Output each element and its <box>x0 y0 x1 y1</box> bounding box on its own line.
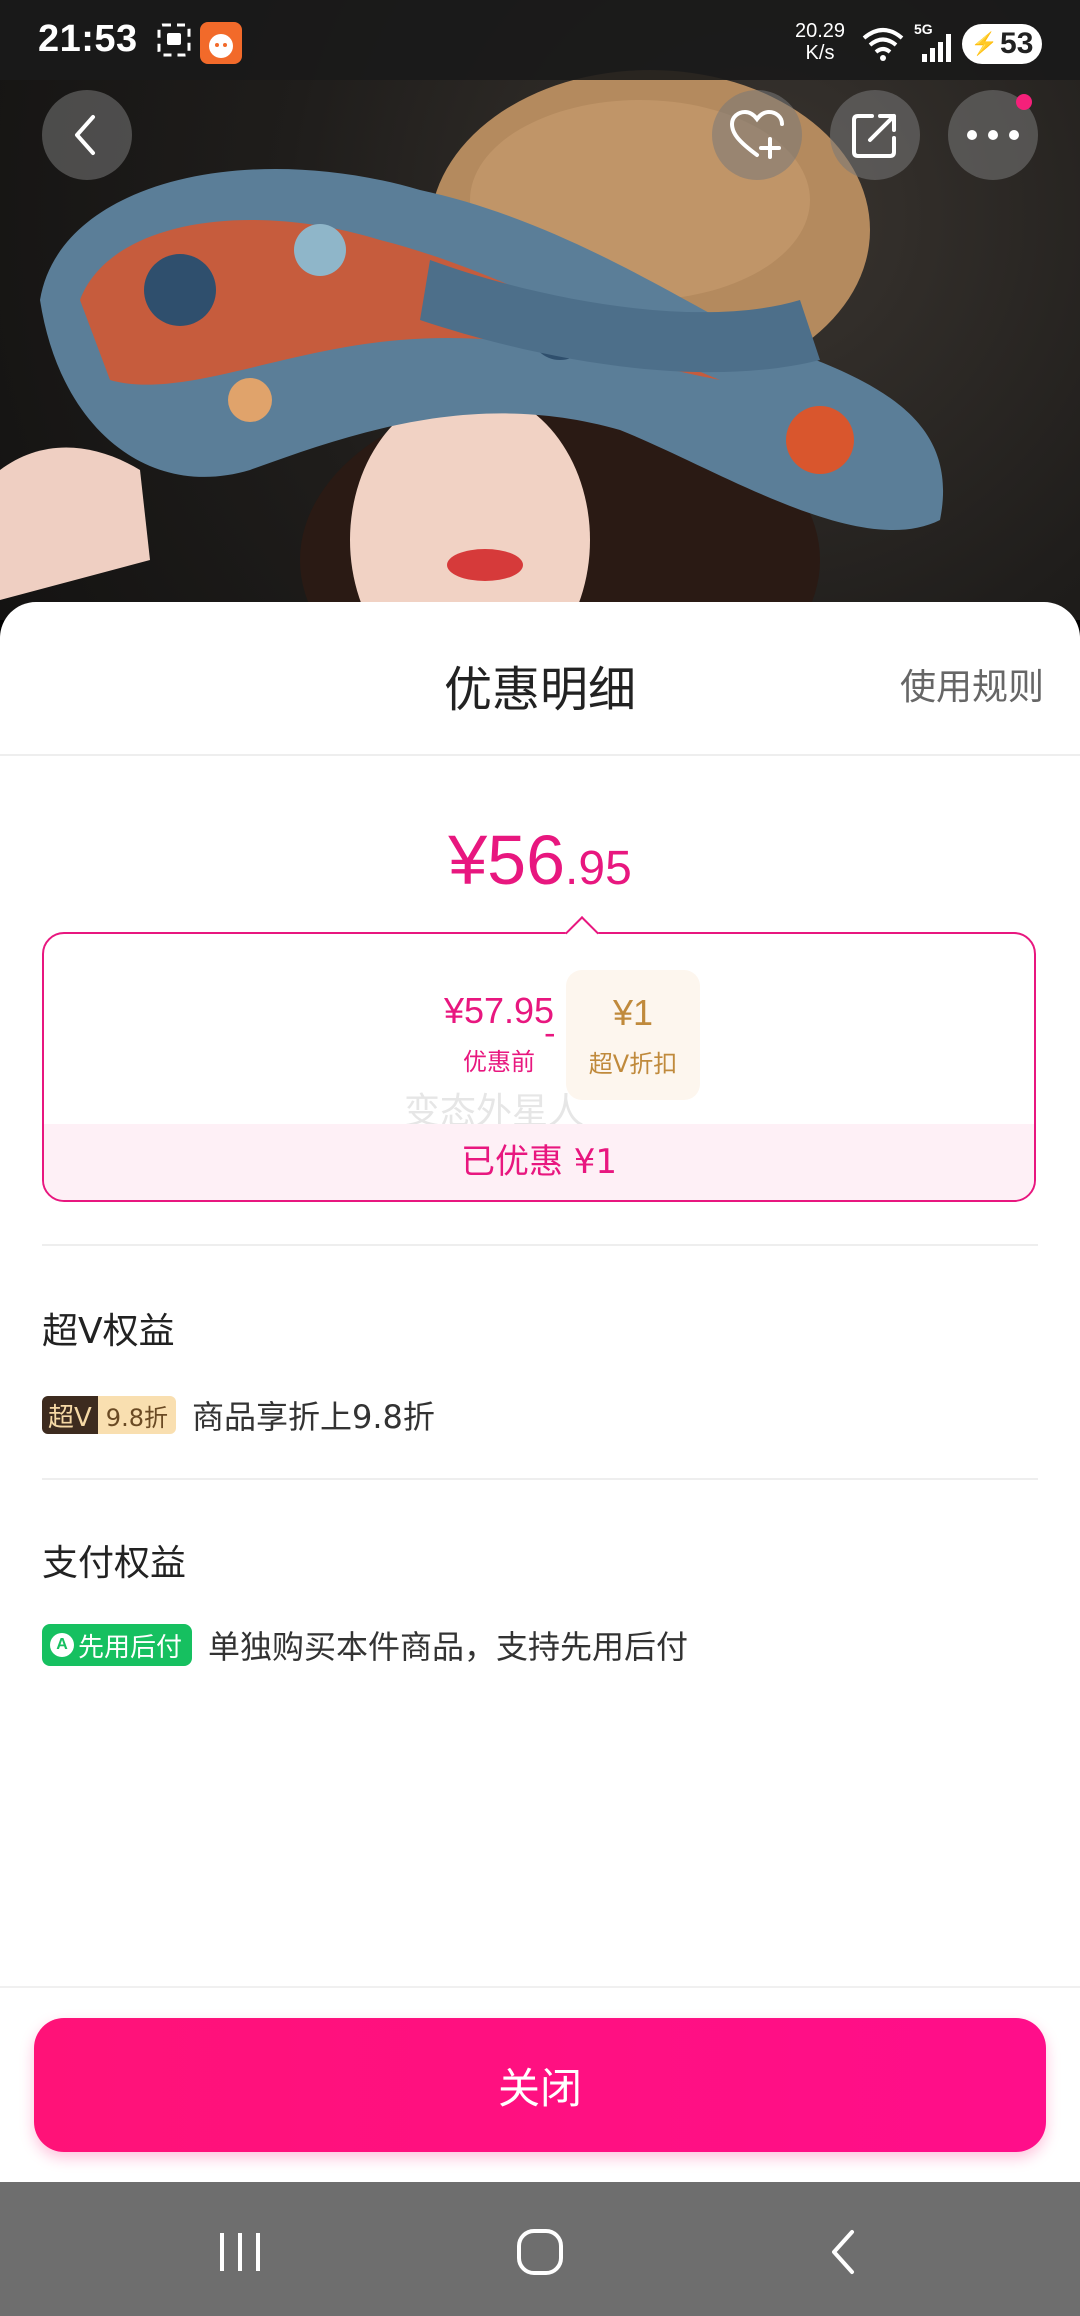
status-bar: 21:53 20.29 K/s 5G ⚡ 53 <box>0 0 1080 80</box>
super-v-benefits-title: 超V权益 <box>42 1311 175 1352</box>
discount-label: 超V折扣 <box>588 1050 678 1078</box>
price-calculation-box: ¥57.95 优惠前 - ¥1 超V折扣 变态外星人 已优惠 ¥1 <box>42 916 1036 1202</box>
pay-later-badge-text: 先用后付 <box>78 1632 183 1663</box>
divider <box>42 1244 1038 1246</box>
system-navigation-bar <box>0 2182 1080 2316</box>
nav-back-button[interactable] <box>804 2212 884 2292</box>
footer-divider <box>0 1986 1080 1988</box>
discount-detail-sheet: 优惠明细 使用规则 ¥56.95 ¥57.95 优惠前 - ¥1 超V折扣 变态… <box>0 602 1080 2182</box>
battery-charging-icon: ⚡ 53 <box>962 24 1042 64</box>
payment-benefits-title: 支付权益 <box>42 1543 187 1584</box>
home-icon <box>517 2229 563 2275</box>
network-type-label: 5G <box>914 21 933 37</box>
product-photo-illustration <box>0 70 944 620</box>
usage-rules-link[interactable]: 使用规则 <box>900 658 1044 710</box>
final-price: ¥56.95 <box>0 820 1080 900</box>
super-v-benefit-text: 商品享折上9.8折 <box>191 1398 435 1436</box>
wifi-icon <box>860 26 906 66</box>
payment-benefit-text: 单独购买本件商品，支持先用后付 <box>208 1628 689 1666</box>
more-icon <box>967 130 1019 140</box>
recent-apps-icon <box>220 2233 260 2271</box>
divider <box>42 1478 1038 1480</box>
more-button[interactable] <box>948 90 1038 180</box>
saved-amount: 已优惠 ¥1 <box>44 1124 1034 1200</box>
battery-level: 53 <box>1000 27 1034 60</box>
network-speed-unit: K/s <box>805 42 835 64</box>
status-time: 21:53 <box>38 18 138 60</box>
share-icon <box>852 114 896 158</box>
super-v-benefit-row: 超V 9.8折 商品享折上9.8折 <box>42 1392 435 1438</box>
screenshot-icon <box>156 22 192 62</box>
favorite-add-icon <box>729 109 784 159</box>
back-icon <box>75 115 95 155</box>
favorite-add-button[interactable] <box>712 90 802 180</box>
minus-operator: - <box>544 1014 556 1052</box>
pay-later-icon: A <box>50 1633 74 1657</box>
recent-apps-button[interactable] <box>200 2212 280 2292</box>
super-v-badge-label: 超V <box>42 1396 98 1434</box>
super-v-discount-chip: ¥1 超V折扣 <box>566 970 700 1100</box>
notification-dot <box>1016 94 1032 110</box>
home-button[interactable] <box>500 2212 580 2292</box>
back-button[interactable] <box>42 90 132 180</box>
sheet-header: 优惠明细 使用规则 <box>0 602 1080 756</box>
app-notification-icon <box>200 22 242 68</box>
payment-benefit-row: A 先用后付 单独购买本件商品，支持先用后付 <box>42 1622 688 1668</box>
pay-later-badge: A 先用后付 <box>42 1624 193 1666</box>
share-button[interactable] <box>830 90 920 180</box>
discount-amount: ¥1 <box>612 992 654 1033</box>
close-button[interactable]: 关闭 <box>34 2018 1046 2152</box>
network-speed-value: 20.29 <box>794 20 846 42</box>
network-speed: 20.29 K/s <box>790 20 850 64</box>
cell-signal-icon: 5G <box>912 20 958 68</box>
super-v-badge-discount: 9.8折 <box>97 1396 176 1434</box>
nav-back-icon <box>832 2230 854 2274</box>
final-price-decimal: .95 <box>565 842 632 895</box>
product-image <box>0 0 1080 620</box>
calc-box-pointer <box>565 916 599 950</box>
super-v-badge: 超V 9.8折 <box>42 1396 176 1434</box>
final-price-main: ¥56 <box>448 821 566 899</box>
